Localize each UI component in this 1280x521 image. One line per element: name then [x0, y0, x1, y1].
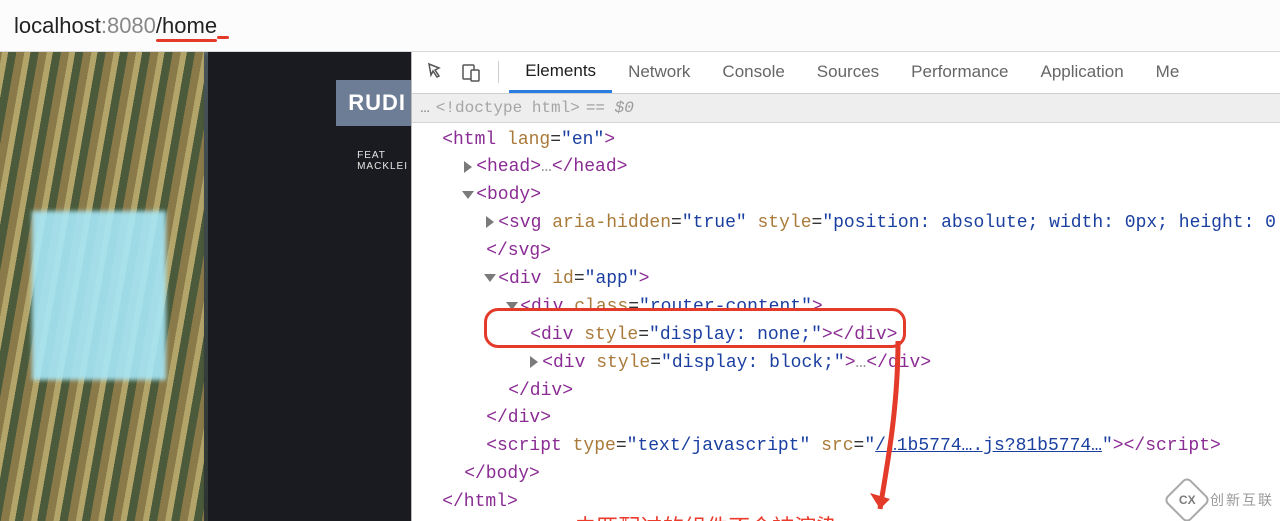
collapse-icon[interactable]: [484, 274, 496, 282]
devtools-toolbar: Elements Network Console Sources Perform…: [412, 52, 1280, 94]
expand-icon[interactable]: [486, 216, 494, 228]
album-title: RUDI: [336, 80, 412, 126]
dom-node[interactable]: <body>: [476, 185, 541, 205]
dom-node[interactable]: <div: [498, 269, 541, 289]
tab-sources[interactable]: Sources: [801, 52, 895, 93]
collapse-icon[interactable]: [462, 191, 474, 199]
album-card[interactable]: RUDI FEATMACKLEI: [208, 52, 412, 521]
tab-more[interactable]: Me: [1140, 52, 1196, 93]
dom-node[interactable]: <div: [520, 297, 563, 317]
album-card[interactable]: [0, 52, 204, 521]
album-subtitle: FEATMACKLEI: [347, 146, 412, 176]
page-preview-pane: RUDI FEATMACKLEI MELANCHOLY MY DEAR: [0, 52, 412, 521]
inspect-icon[interactable]: [426, 61, 448, 83]
expand-icon[interactable]: [530, 356, 538, 368]
path-underline: [156, 39, 217, 42]
collapse-icon[interactable]: [506, 302, 518, 310]
annotation-text: 未匹配过的组件不会被渲染: [574, 511, 838, 521]
url-text: localhost:8080/home: [14, 13, 229, 39]
tab-console[interactable]: Console: [706, 52, 800, 93]
url-bar[interactable]: localhost:8080/home: [0, 0, 1280, 52]
dom-breadcrumb[interactable]: … <!doctype html> == $0: [412, 94, 1280, 123]
tab-application[interactable]: Application: [1025, 52, 1140, 93]
dom-node[interactable]: <div: [542, 353, 585, 373]
expand-icon[interactable]: [464, 161, 472, 173]
tab-network[interactable]: Network: [612, 52, 706, 93]
tab-performance[interactable]: Performance: [895, 52, 1024, 93]
dom-node[interactable]: <script: [486, 436, 562, 456]
dom-node[interactable]: <svg: [498, 213, 541, 233]
dom-tree[interactable]: <html lang="en"> <head>…</head> <body> <…: [412, 123, 1280, 521]
device-icon[interactable]: [460, 61, 482, 83]
dom-node[interactable]: <html: [442, 130, 496, 150]
devtools-pane: Elements Network Console Sources Perform…: [412, 52, 1280, 521]
watermark-badge: CX: [1163, 476, 1211, 521]
dom-node[interactable]: <head>: [476, 157, 541, 177]
watermark: CX 创新互联: [1170, 483, 1274, 517]
tab-elements[interactable]: Elements: [509, 52, 612, 93]
dom-node-highlighted[interactable]: <div style="display: none;"></div>: [420, 322, 1276, 350]
